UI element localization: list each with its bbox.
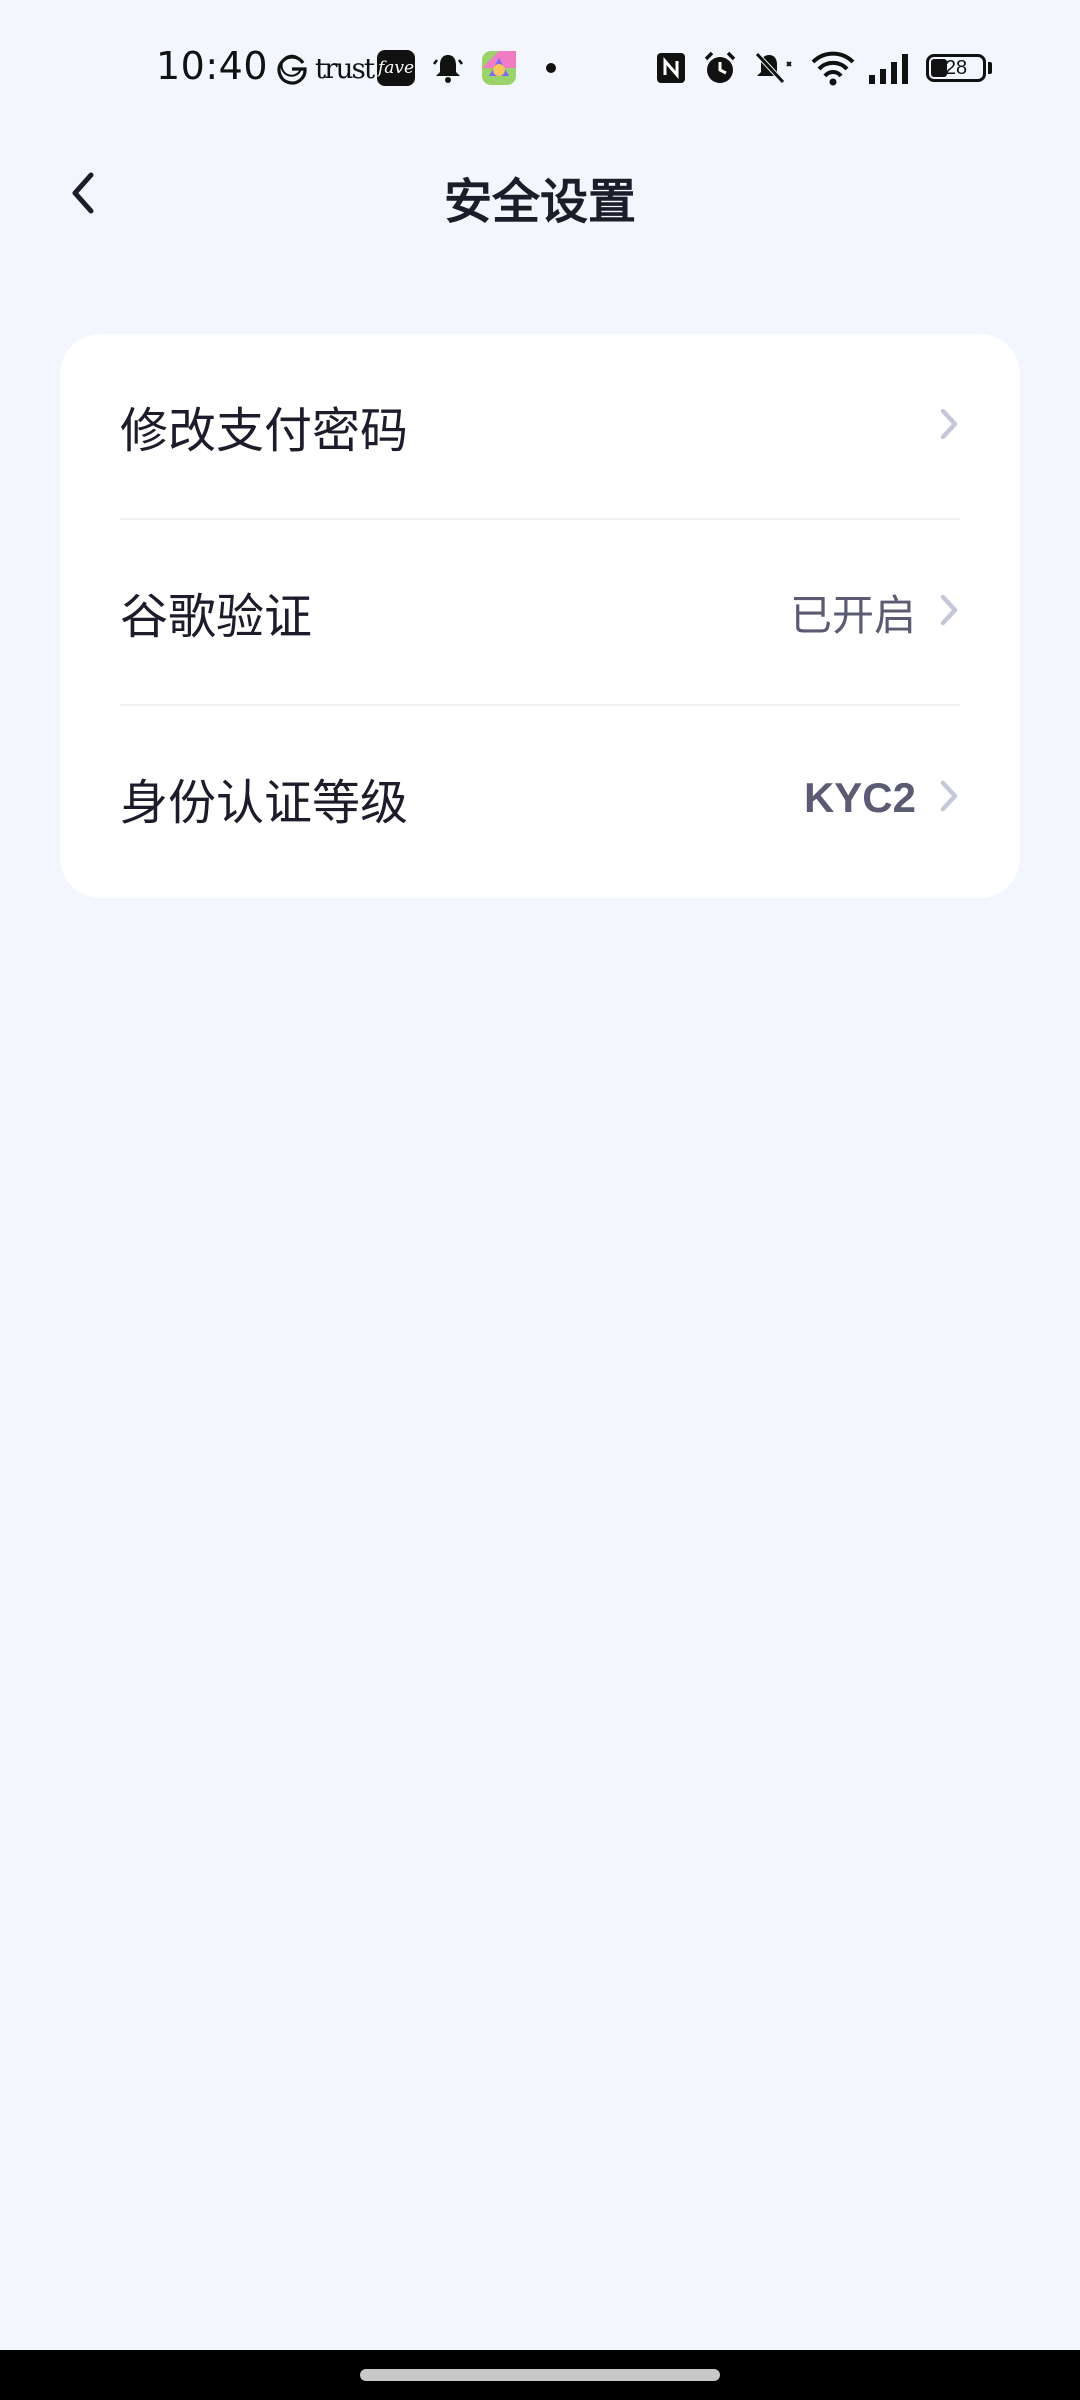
chevron-right-icon: [938, 779, 960, 817]
settings-item-right: [938, 407, 960, 445]
wifi-icon: [810, 48, 856, 88]
battery-icon: 28: [924, 48, 994, 88]
dot-icon: [544, 48, 558, 88]
settings-card: 修改支付密码 谷歌验证 已开启 身份认证等级 KYC2: [60, 334, 1020, 898]
settings-item-google-auth[interactable]: 谷歌验证 已开启: [120, 520, 960, 704]
page-title: 安全设置: [443, 174, 636, 230]
google-auth-status: 已开启: [789, 590, 916, 640]
google-icon: [272, 48, 312, 88]
mute-icon: [750, 48, 798, 88]
app-header: 安全设置: [0, 140, 1080, 250]
home-indicator[interactable]: [360, 2369, 720, 2381]
nfc-icon: [654, 48, 688, 88]
settings-item-label: 修改支付密码: [120, 403, 409, 459]
settings-item-right: KYC2: [804, 774, 960, 822]
settings-item-change-payment-password[interactable]: 修改支付密码: [120, 334, 960, 518]
battery-level: 28: [944, 56, 968, 79]
settings-item-right: 已开启: [790, 582, 960, 643]
settings-item-label: 身份认证等级: [120, 775, 409, 831]
status-bar: 10:40 trust fave 28: [0, 0, 1080, 130]
signal-icon: [866, 48, 912, 88]
chevron-right-icon: [938, 407, 960, 445]
settings-item-label: 谷歌验证: [120, 589, 313, 645]
bell-icon: [430, 48, 466, 88]
trust-app-icon: trust: [314, 51, 375, 85]
fave-app-icon: fave: [376, 48, 416, 88]
kyc-level-value: KYC2: [803, 774, 916, 821]
system-nav-bar: [0, 2350, 1080, 2400]
alarm-icon: [702, 48, 738, 88]
colorful-app-icon: [480, 48, 518, 88]
fave-app-label: fave: [377, 50, 415, 86]
settings-item-kyc-level[interactable]: 身份认证等级 KYC2: [120, 706, 960, 890]
status-time: 10:40: [156, 44, 269, 88]
screen: 10:40 trust fave 28 安全设置 修改支付密码 谷歌验证 已开启…: [0, 0, 1080, 2400]
chevron-right-icon: [938, 593, 960, 631]
